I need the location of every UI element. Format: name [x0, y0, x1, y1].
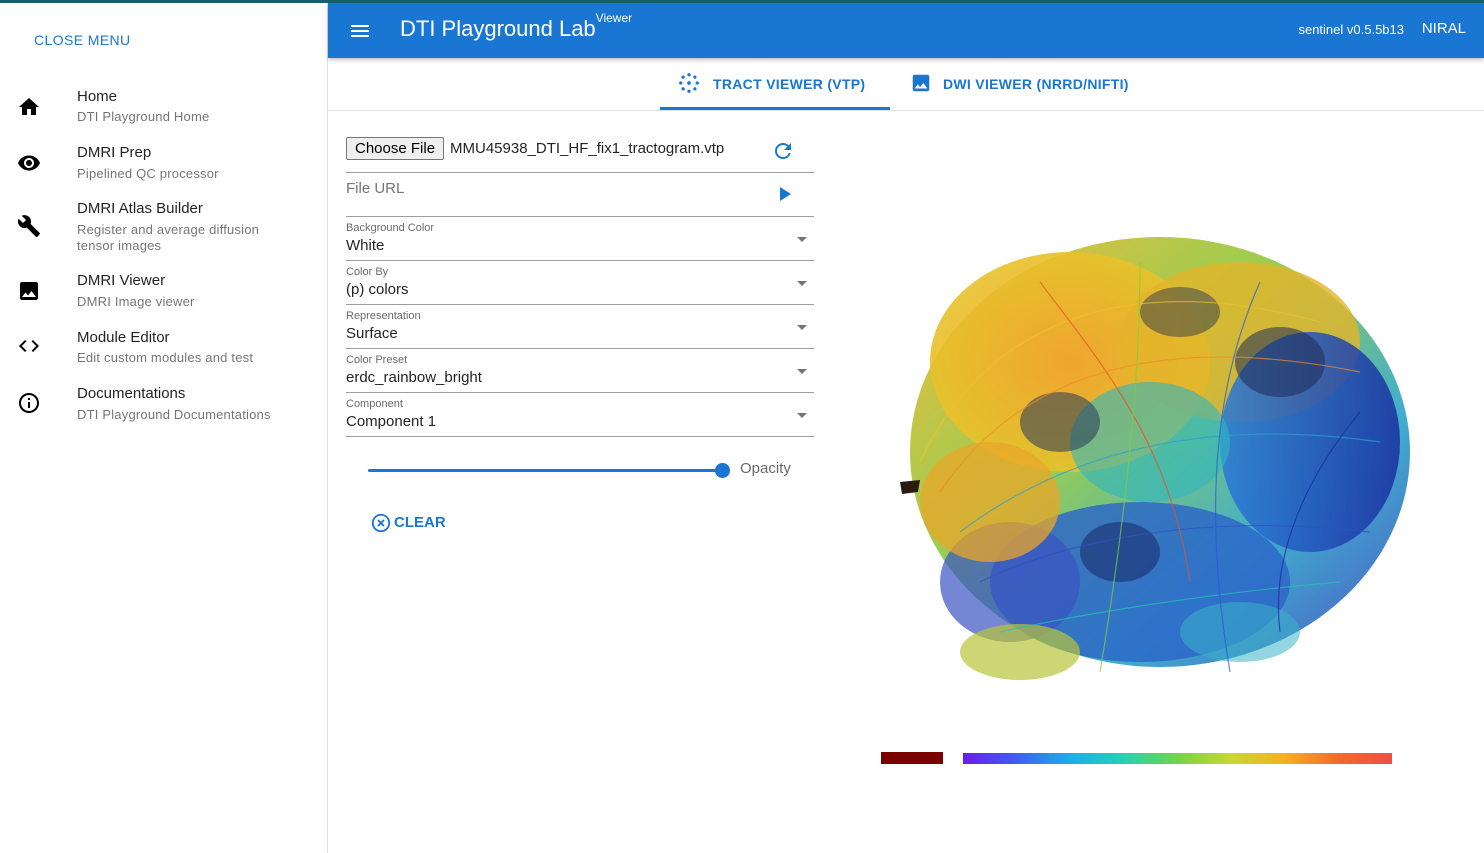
app-bar: DTI Playground LabViewer sentinel v0.5.5…	[328, 3, 1484, 58]
nav-item-subtitle: Pipelined QC processor	[77, 166, 219, 181]
app-title: DTI Playground LabViewer	[400, 11, 632, 42]
dropdown-arrow-icon	[790, 271, 814, 295]
tab-label: DWI VIEWER (NRRD/NIFTI)	[943, 76, 1129, 92]
nav-item-title: Module Editor	[77, 329, 170, 346]
nav-item-subtitle: Register and average diffusion tensor im…	[77, 222, 260, 253]
nav-item-dmri-prep[interactable]: DMRI Prep Pipelined QC processor	[0, 141, 327, 187]
nav-item-dmri-viewer[interactable]: DMRI Viewer DMRI Image viewer	[0, 269, 327, 315]
divider	[346, 436, 814, 437]
divider	[346, 172, 814, 173]
niral-button[interactable]: NIRAL	[1422, 20, 1466, 37]
code-icon	[17, 334, 41, 358]
nav-item-title: Home	[77, 88, 118, 105]
close-circle-icon	[370, 512, 392, 534]
active-tab-indicator	[660, 107, 890, 110]
dropdown-arrow-icon	[790, 403, 814, 427]
colorbar-gradient	[963, 753, 1392, 764]
nav-item-documentations[interactable]: Documentations DTI Playground Documentat…	[0, 382, 327, 428]
viewer-tabs: TRACT VIEWER (VTP) DWI VIEWER (NRRD/NIFT…	[328, 58, 1484, 111]
select-label: Background Color	[346, 222, 435, 234]
nav-item-title: DMRI Atlas Builder	[77, 200, 203, 217]
close-menu-button[interactable]: CLOSE MENU	[34, 32, 131, 48]
background-color-select[interactable]: Background Color White	[346, 217, 814, 261]
select-value: (p) colors	[346, 281, 409, 298]
menu-icon[interactable]	[348, 19, 372, 43]
refresh-icon[interactable]	[771, 139, 795, 163]
opacity-slider[interactable]	[368, 460, 730, 480]
clear-label: CLEAR	[394, 514, 446, 531]
representation-select[interactable]: Representation Surface	[346, 305, 814, 349]
home-icon	[17, 95, 41, 119]
eye-icon	[17, 151, 41, 175]
slider-track	[368, 469, 724, 472]
tractography-render	[900, 237, 1410, 680]
select-value: Component 1	[346, 413, 437, 430]
info-icon	[17, 391, 41, 415]
wrench-icon	[17, 214, 41, 238]
tract-icon	[678, 72, 700, 94]
app-title-superscript: Viewer	[595, 10, 633, 25]
dropdown-arrow-icon	[790, 315, 814, 339]
app-title-text: DTI Playground Lab	[400, 16, 596, 41]
component-select[interactable]: Component Component 1	[346, 393, 814, 437]
image-icon	[910, 72, 932, 94]
nav-item-subtitle: DMRI Image viewer	[77, 294, 195, 309]
opacity-label: Opacity	[740, 460, 791, 477]
tab-dwi-viewer[interactable]: DWI VIEWER (NRRD/NIFTI)	[910, 58, 1150, 110]
file-url-input[interactable]	[346, 180, 766, 197]
nav-item-title: Documentations	[77, 385, 186, 402]
color-preset-select[interactable]: Color Preset erdc_rainbow_bright	[346, 349, 814, 393]
dropdown-arrow-icon	[790, 227, 814, 251]
nav-item-subtitle: Edit custom modules and test	[77, 350, 254, 365]
colorbar-nan-swatch	[881, 752, 943, 764]
select-label: Color By	[346, 266, 389, 278]
version-label: sentinel v0.5.5b13	[1298, 22, 1404, 37]
select-value: White	[346, 237, 385, 254]
selected-file-name: MMU45938_DTI_HF_fix1_tractogram.vtp	[450, 140, 725, 157]
tab-tract-viewer[interactable]: TRACT VIEWER (VTP)	[678, 58, 888, 110]
tab-label: TRACT VIEWER (VTP)	[713, 76, 866, 92]
choose-file-button[interactable]: Choose File	[346, 137, 445, 160]
color-by-select[interactable]: Color By (p) colors	[346, 261, 814, 305]
navigation-drawer: CLOSE MENU Home DTI Playground Home DMRI…	[0, 3, 328, 853]
nav-item-subtitle: DTI Playground Documentations	[77, 407, 271, 422]
nav-item-home[interactable]: Home DTI Playground Home	[0, 85, 327, 131]
tractography-viewport[interactable]	[840, 112, 1484, 853]
dropdown-arrow-icon	[790, 359, 814, 383]
select-label: Component	[346, 398, 403, 410]
select-value: erdc_rainbow_bright	[346, 369, 482, 386]
nav-item-title: DMRI Viewer	[77, 272, 166, 289]
select-value: Surface	[346, 325, 398, 342]
select-label: Representation	[346, 310, 421, 322]
nav-item-subtitle: DTI Playground Home	[77, 109, 210, 124]
slider-thumb[interactable]	[715, 463, 730, 478]
nav-item-dmri-atlas-builder[interactable]: DMRI Atlas Builder Register and average …	[0, 197, 327, 257]
image-icon	[17, 279, 41, 303]
select-label: Color Preset	[346, 354, 408, 366]
nav-item-module-editor[interactable]: Module Editor Edit custom modules and te…	[0, 326, 327, 372]
nav-item-title: DMRI Prep	[77, 144, 152, 161]
load-url-play-icon[interactable]	[772, 182, 796, 206]
